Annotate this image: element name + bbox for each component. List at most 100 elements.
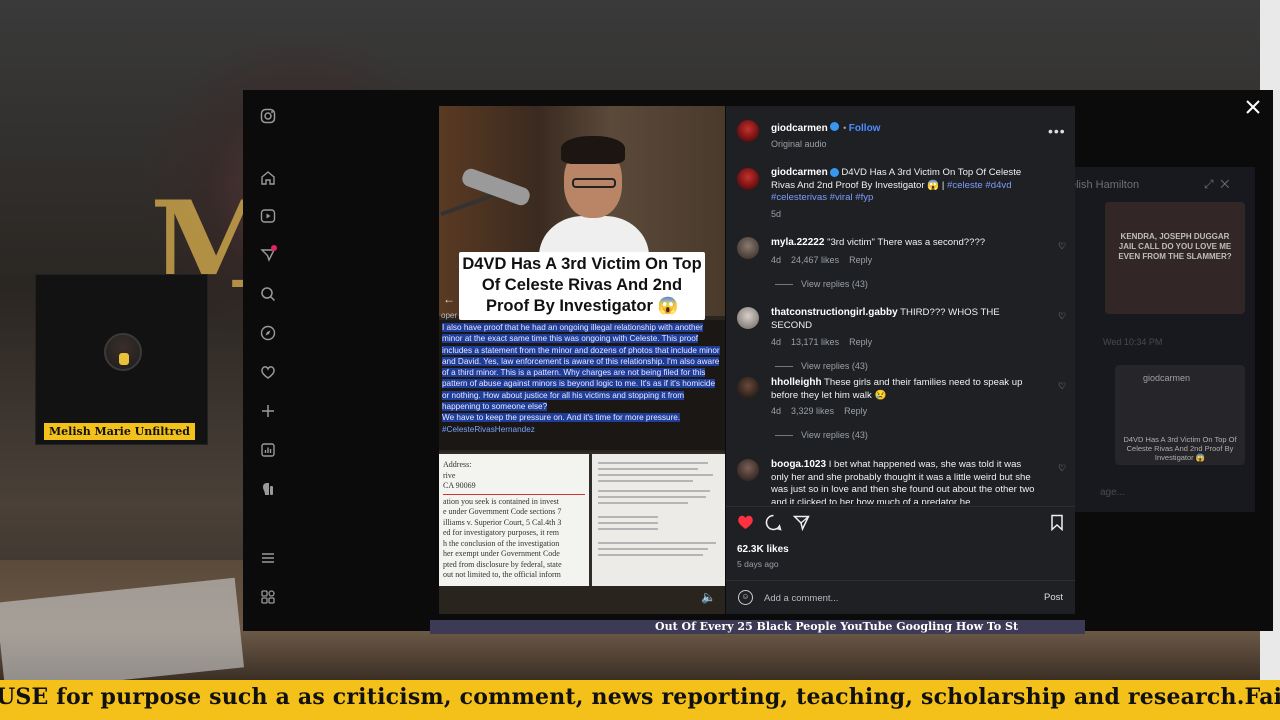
doc-right-line [598, 490, 710, 492]
reply-button[interactable]: Reply [844, 406, 867, 416]
dm-message-input[interactable]: age... [1100, 487, 1125, 498]
statement-line-2: We have to keep the pressure on. And it'… [442, 413, 681, 423]
comment-username[interactable]: booga.1023 [771, 459, 826, 470]
instagram-sidebar [243, 90, 293, 631]
dm-contact-name: elish Hamilton [1070, 179, 1140, 191]
video-overlay-text: oper [441, 311, 458, 320]
audio-label[interactable]: Original audio [771, 139, 880, 149]
verified-icon [829, 122, 839, 132]
caption-age: 5d [771, 208, 782, 219]
comment-like-icon[interactable]: ♡ [1058, 241, 1066, 252]
caption-avatar[interactable] [737, 168, 759, 190]
comment-username[interactable]: hholleighh [771, 377, 822, 388]
caption-username[interactable]: giodcarmen [771, 167, 828, 178]
background-video-title: Out Of Every 25 Black People YouTube Goo… [655, 620, 1019, 633]
comment: hholleighh These girls and their familie… [771, 377, 1041, 440]
comment-username[interactable]: thatconstructiongirl.gabby [771, 307, 898, 318]
video-statement: I also have proof that he had an ongoing… [439, 320, 725, 450]
dm-shared-post-2-text: D4VD Has A 3rd Victim On Top Of Celeste … [1123, 435, 1237, 462]
comment-likes[interactable]: 24,467 likes [791, 255, 839, 265]
doc-right-line [598, 480, 693, 482]
caption: giodcarmen D4VD Has A 3rd Victim On Top … [771, 167, 1041, 219]
speaker-glasses [572, 178, 616, 188]
explore-icon[interactable] [260, 325, 276, 341]
dashboard-icon[interactable] [260, 442, 276, 458]
post-age: 5 days ago [737, 559, 779, 569]
comment-username[interactable]: myla.22222 [771, 237, 824, 248]
caption-hashtags-2[interactable]: #celesterivas #viral #fyp [771, 192, 873, 203]
comment-like-icon[interactable]: ♡ [1058, 311, 1066, 322]
volume-icon[interactable]: 🔈 [701, 590, 716, 604]
dm-window-controls: ⤢ ✕ [1204, 177, 1230, 191]
doc-line: rive [443, 470, 456, 480]
doc-right-line [598, 542, 716, 544]
commenter-avatar[interactable] [737, 237, 759, 259]
menu-icon[interactable] [260, 550, 276, 566]
comment-input[interactable] [764, 589, 1004, 607]
document-left: Address: rive CA 90069 ation you seek is… [439, 454, 589, 586]
comment-like-icon[interactable]: ♡ [1058, 381, 1066, 392]
commenter-avatar[interactable] [737, 459, 759, 481]
emoji-icon[interactable]: ☺ [738, 590, 753, 605]
notifications-icon[interactable] [260, 364, 276, 380]
fair-use-ticker: USE for purpose such a as criticism, com… [0, 680, 1280, 720]
doc-right-line [598, 522, 658, 524]
post-details-panel: giodcarmen • Follow Original audio ••• g… [726, 106, 1075, 614]
more-options-icon[interactable]: ••• [1048, 123, 1066, 139]
reply-button[interactable]: Reply [849, 255, 872, 265]
save-bookmark-icon[interactable] [1048, 514, 1066, 532]
comment-text: "3rd victim" There was a second???? [827, 237, 986, 248]
comment: thatconstructiongirl.gabby THIRD??? WHOS… [771, 307, 1041, 371]
doc-right-line [598, 548, 708, 550]
post-header: giodcarmen • Follow Original audio [771, 122, 881, 149]
search-icon[interactable] [260, 286, 276, 302]
doc-right-line [598, 502, 688, 504]
create-icon[interactable] [260, 403, 276, 419]
document-right [592, 454, 725, 586]
comment-bar: ☺ Post [726, 580, 1075, 614]
doc-line: out not limited to, the official inform [443, 570, 561, 579]
doc-line: e under Government Code sections 7 [443, 507, 562, 516]
caption-hashtags-1[interactable]: #celeste #d4vd [947, 180, 1012, 191]
post-comment-button[interactable]: Post [1044, 592, 1063, 603]
doc-line: her exempt under Government Code [443, 549, 560, 558]
video-documents: Address: rive CA 90069 ation you seek is… [439, 452, 725, 586]
author-username[interactable]: giodcarmen [771, 123, 828, 134]
view-replies-button[interactable]: View replies (43) [801, 430, 868, 440]
like-heart-icon[interactable] [736, 514, 754, 532]
view-replies-button[interactable]: View replies (43) [801, 279, 868, 289]
close-icon[interactable] [1243, 98, 1263, 118]
dm-shared-post-1[interactable]: KENDRA, JOSEPH DUGGAR JAIL CALL DO YOU L… [1105, 202, 1245, 314]
view-replies-button[interactable]: View replies (43) [801, 361, 868, 371]
home-icon[interactable] [260, 170, 276, 186]
reels-icon[interactable] [260, 208, 276, 224]
doc-line: illiams v. Superior Court, 5 Cal.4th 3 [443, 517, 562, 527]
doc-right-line [598, 474, 713, 476]
post-video[interactable]: D4VD Has A 3rd Victim On Top Of Celeste … [439, 106, 725, 614]
dm-shared-post-2[interactable]: giodcarmen D4VD Has A 3rd Victim On Top … [1115, 365, 1245, 465]
comment-like-icon[interactable]: ♡ [1058, 463, 1066, 474]
author-avatar[interactable] [737, 120, 759, 142]
share-icon[interactable] [792, 514, 810, 532]
instagram-icon[interactable] [260, 108, 276, 124]
meta-icon[interactable] [260, 589, 276, 605]
doc-right-line [598, 496, 706, 498]
doc-line: pted from disclosure by federal, state [443, 559, 562, 569]
webcam-avatar [104, 333, 142, 371]
commenter-avatar[interactable] [737, 307, 759, 329]
comment-likes[interactable]: 3,329 likes [791, 406, 834, 416]
doc-right-line [598, 468, 698, 470]
commenter-avatar[interactable] [737, 377, 759, 399]
dm-shared-post-2-user: giodcarmen [1143, 373, 1191, 383]
follow-button[interactable]: Follow [849, 123, 881, 134]
mic-arm [440, 191, 498, 217]
threads-icon[interactable] [260, 481, 276, 497]
doc-line: Address: [443, 460, 472, 469]
comment: myla.22222 "3rd victim" There was a seco… [771, 237, 1041, 289]
messages-panel-background: elish Hamilton ⤢ ✕ KENDRA, JOSEPH DUGGAR… [1070, 167, 1255, 512]
comment-likes[interactable]: 13,171 likes [791, 337, 839, 347]
likes-count[interactable]: 62.3K likes [737, 544, 789, 555]
dm-shared-post-1-text: KENDRA, JOSEPH DUGGAR JAIL CALL DO YOU L… [1118, 232, 1232, 261]
reply-button[interactable]: Reply [849, 337, 872, 347]
comment-icon[interactable] [764, 514, 782, 532]
